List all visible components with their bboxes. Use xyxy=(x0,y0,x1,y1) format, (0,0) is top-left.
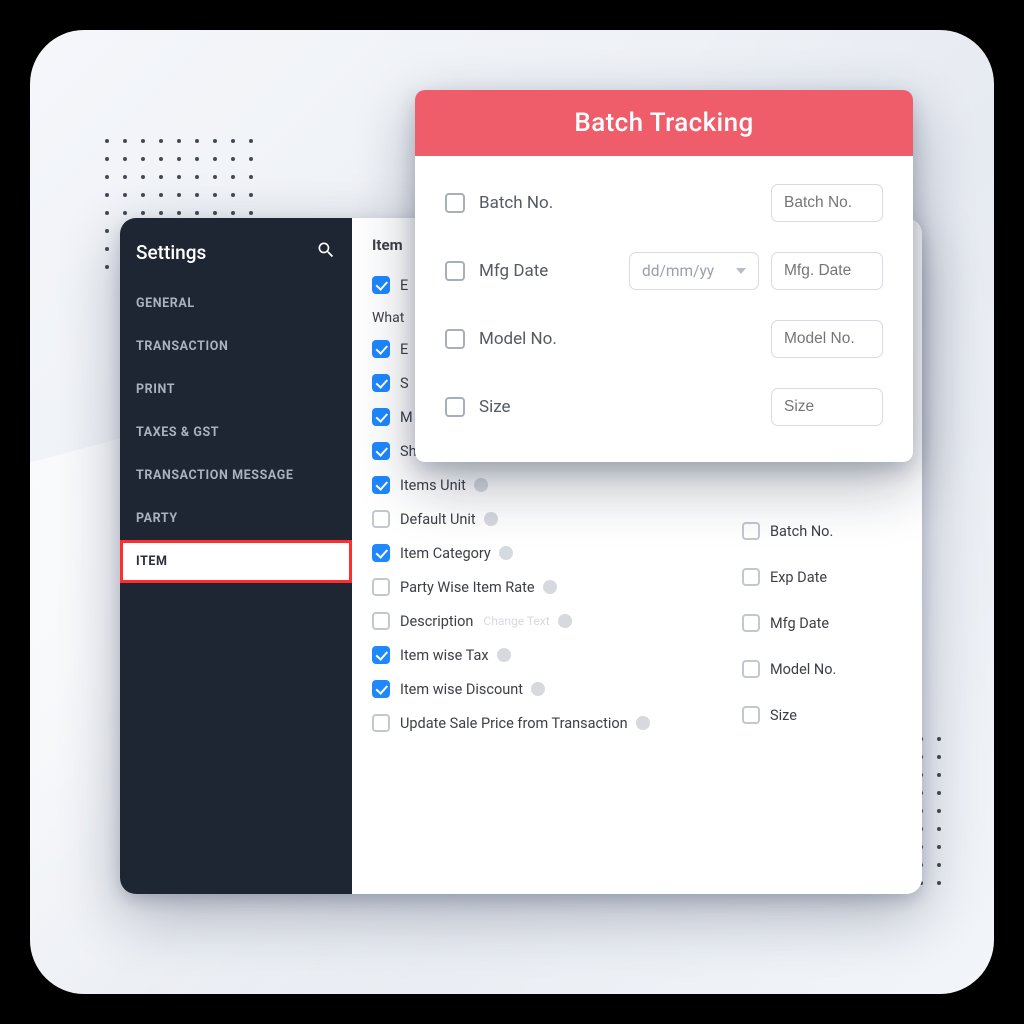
checkbox[interactable] xyxy=(445,329,465,349)
select-placeholder: dd/mm/yy xyxy=(642,262,714,280)
option-label: Items Unit xyxy=(400,477,466,494)
option-label: Exp Date xyxy=(770,569,827,586)
sidebar-header: Settings xyxy=(120,232,352,282)
option-label: Model No. xyxy=(770,661,836,678)
change-text-link[interactable]: Change Text xyxy=(483,614,549,628)
right-column: Batch No. Exp Date Mfg Date Model No. Si… xyxy=(742,508,922,738)
popup-label: Batch No. xyxy=(479,193,553,213)
mfg-date-input[interactable] xyxy=(771,252,883,290)
sidebar-title: Settings xyxy=(136,241,206,264)
sidebar-item-item[interactable]: ITEM xyxy=(120,540,352,583)
option-row: Batch No. xyxy=(742,508,922,554)
checkbox[interactable] xyxy=(445,397,465,417)
option-row: Exp Date xyxy=(742,554,922,600)
checkbox[interactable] xyxy=(372,442,390,460)
popup-label: Model No. xyxy=(479,329,557,349)
sidebar-item-general[interactable]: GENERAL xyxy=(120,282,352,325)
popup-row-batch-no: Batch No. xyxy=(445,184,883,222)
checkbox[interactable] xyxy=(372,646,390,664)
info-icon[interactable] xyxy=(484,512,498,526)
sidebar-item-print[interactable]: PRINT xyxy=(120,368,352,411)
checkbox[interactable] xyxy=(742,522,760,540)
option-label: S xyxy=(400,375,409,392)
option-label: Item Category xyxy=(400,545,491,562)
option-label: Description xyxy=(400,613,473,630)
sidebar-item-party[interactable]: PARTY xyxy=(120,497,352,540)
search-icon[interactable] xyxy=(316,240,336,264)
info-icon[interactable] xyxy=(497,648,511,662)
option-label: Batch No. xyxy=(770,523,833,540)
settings-sidebar: Settings GENERAL TRANSACTION PRINT TAXES… xyxy=(120,218,352,894)
checkbox[interactable] xyxy=(372,612,390,630)
checkbox[interactable] xyxy=(372,408,390,426)
option-label: Item wise Discount xyxy=(400,681,523,698)
checkbox[interactable] xyxy=(372,340,390,358)
option-row: Model No. xyxy=(742,646,922,692)
popup-row-model-no: Model No. xyxy=(445,320,883,358)
option-label: Mfg Date xyxy=(770,615,829,632)
info-icon[interactable] xyxy=(636,716,650,730)
info-icon[interactable] xyxy=(558,614,572,628)
option-label: Size xyxy=(770,707,797,724)
option-row: Size xyxy=(742,692,922,738)
checkbox[interactable] xyxy=(742,568,760,586)
popup-body: Batch No. Mfg Date dd/mm/yy xyxy=(415,156,913,462)
date-format-select[interactable]: dd/mm/yy xyxy=(629,252,759,290)
outer-card: Settings GENERAL TRANSACTION PRINT TAXES… xyxy=(30,30,994,994)
info-icon[interactable] xyxy=(543,580,557,594)
option-label: M xyxy=(400,409,413,426)
popup-row-mfg-date: Mfg Date dd/mm/yy xyxy=(445,252,883,290)
checkbox[interactable] xyxy=(445,193,465,213)
model-no-input[interactable] xyxy=(771,320,883,358)
popup-row-size: Size xyxy=(445,388,883,426)
checkbox[interactable] xyxy=(372,476,390,494)
checkbox[interactable] xyxy=(372,374,390,392)
option-label: E xyxy=(400,341,408,358)
popup-label: Mfg Date xyxy=(479,261,548,281)
popup-label: Size xyxy=(479,397,511,417)
info-icon[interactable] xyxy=(531,682,545,696)
option-label: Party Wise Item Rate xyxy=(400,579,535,596)
option-label: E xyxy=(400,277,408,294)
option-row: Items Unit xyxy=(372,468,902,502)
batch-tracking-popup: Batch Tracking Batch No. Mfg Date xyxy=(415,90,913,462)
checkbox[interactable] xyxy=(372,714,390,732)
chevron-down-icon xyxy=(736,268,746,274)
option-label: Update Sale Price from Transaction xyxy=(400,715,628,732)
sidebar-item-taxes-gst[interactable]: TAXES & GST xyxy=(120,411,352,454)
size-input[interactable] xyxy=(771,388,883,426)
checkbox[interactable] xyxy=(742,614,760,632)
checkbox[interactable] xyxy=(372,276,390,294)
sidebar-item-transaction-message[interactable]: TRANSACTION MESSAGE xyxy=(120,454,352,497)
batch-no-input[interactable] xyxy=(771,184,883,222)
option-row: Mfg Date xyxy=(742,600,922,646)
checkbox[interactable] xyxy=(372,578,390,596)
checkbox[interactable] xyxy=(372,510,390,528)
checkbox[interactable] xyxy=(372,544,390,562)
checkbox[interactable] xyxy=(445,261,465,281)
checkbox[interactable] xyxy=(372,680,390,698)
checkbox[interactable] xyxy=(742,706,760,724)
sidebar-item-transaction[interactable]: TRANSACTION xyxy=(120,325,352,368)
checkbox[interactable] xyxy=(742,660,760,678)
info-icon[interactable] xyxy=(474,478,488,492)
option-label: Item wise Tax xyxy=(400,647,489,664)
option-label: Default Unit xyxy=(400,511,476,528)
info-icon[interactable] xyxy=(499,546,513,560)
popup-title: Batch Tracking xyxy=(415,90,913,156)
